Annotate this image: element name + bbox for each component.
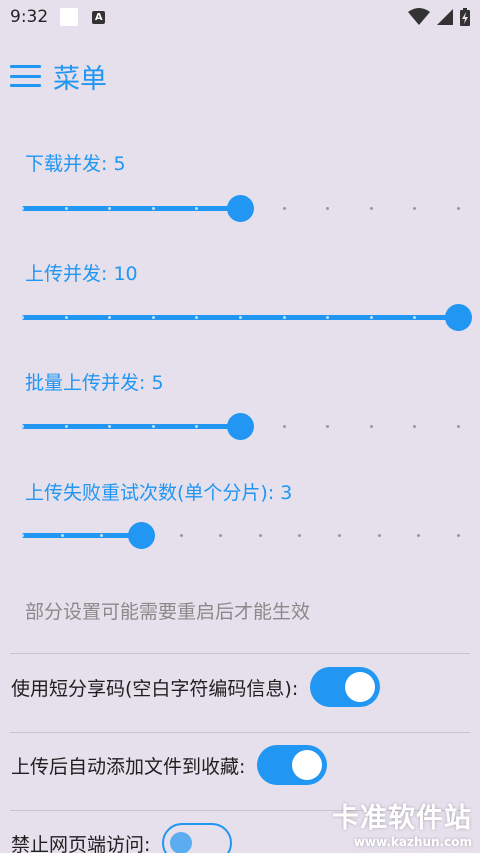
app-bar: 菜单 (0, 52, 480, 100)
auto-favorite-row: 上传后自动添加文件到收藏: (11, 733, 471, 797)
slider-thumb[interactable] (445, 304, 472, 331)
page-title: 菜单 (53, 63, 107, 95)
toggle-knob (292, 750, 323, 780)
slider-tick (64, 316, 68, 319)
slider-tick (369, 316, 373, 319)
slider-tick (413, 207, 417, 210)
status-bar: 9:32 A (0, 0, 480, 34)
watermark-url: www.kazhun.com (353, 835, 472, 849)
battery-icon (460, 8, 470, 26)
slider-tick (457, 207, 460, 210)
auto-favorite-toggle[interactable] (257, 745, 328, 785)
a-badge-icon: A (92, 10, 106, 24)
signal-icon (437, 9, 453, 25)
slider-tick (239, 316, 242, 319)
upload-retry-count-label: 上传失败重试次数(单个分片): 3 (25, 482, 293, 504)
status-time: 9:32 (10, 7, 49, 27)
slider-tick (282, 316, 286, 319)
divider (10, 653, 470, 654)
slider-fill (22, 206, 240, 211)
slider-fill (22, 424, 240, 429)
slider-tick (282, 425, 286, 428)
slider-tick (21, 316, 24, 319)
slider-tick (64, 425, 68, 428)
wifi-icon (408, 8, 430, 25)
watermark: 卡准软件站 www.kazhun.com (332, 796, 472, 849)
slider-tick (369, 425, 373, 428)
slider-tick (151, 425, 155, 428)
slider-tick (151, 316, 155, 319)
notification-square-icon (60, 8, 79, 26)
upload-concurrency-slider[interactable] (21, 303, 472, 331)
short-share-code-row: 使用短分享码(空白字符编码信息): (11, 655, 471, 719)
download-concurrency-slider[interactable] (21, 194, 460, 222)
slider-thumb[interactable] (127, 522, 155, 549)
watermark-title: 卡准软件站 (332, 803, 472, 834)
short-share-code-label: 使用短分享码(空白字符编码信息): (11, 677, 299, 700)
slider-tick (219, 534, 223, 537)
toggle-knob (345, 672, 376, 702)
slider-tick (258, 534, 262, 537)
slider-tick (151, 207, 155, 210)
slider-tick (338, 534, 342, 537)
short-share-code-toggle[interactable] (310, 667, 381, 707)
slider-tick (457, 425, 460, 428)
slider-tick (413, 425, 417, 428)
restart-note: 部分设置可能需要重启后才能生效 (25, 601, 311, 623)
batch-upload-concurrency-slider[interactable] (21, 412, 460, 440)
slider-tick (21, 425, 24, 428)
toggle-knob (170, 832, 193, 853)
upload-retry-count-slider[interactable] (21, 521, 460, 549)
slider-tick (457, 534, 460, 537)
slider-tick (377, 534, 381, 537)
download-concurrency-label: 下载并发: 5 (25, 153, 126, 175)
status-right-icons (408, 8, 470, 26)
slider-tick (64, 207, 68, 210)
disable-web-access-toggle[interactable] (162, 823, 233, 853)
slider-fill (22, 533, 141, 538)
batch-upload-concurrency-label: 批量上传并发: 5 (25, 372, 164, 394)
slider-tick (21, 207, 24, 210)
auto-favorite-label: 上传后自动添加文件到收藏: (11, 755, 246, 778)
slider-tick (60, 534, 64, 537)
disable-web-access-label: 禁止网页端访问: (11, 833, 151, 853)
slider-tick (282, 207, 286, 210)
slider-tick (179, 534, 183, 537)
upload-concurrency-label: 上传并发: 10 (25, 263, 138, 285)
slider-tick (21, 534, 24, 537)
slider-tick (298, 534, 302, 537)
slider-thumb[interactable] (227, 413, 254, 440)
slider-tick (369, 207, 373, 210)
slider-tick (417, 534, 421, 537)
slider-thumb[interactable] (227, 195, 254, 222)
slider-tick (326, 207, 330, 210)
slider-tick (326, 425, 330, 428)
hamburger-menu-icon[interactable] (10, 65, 41, 87)
